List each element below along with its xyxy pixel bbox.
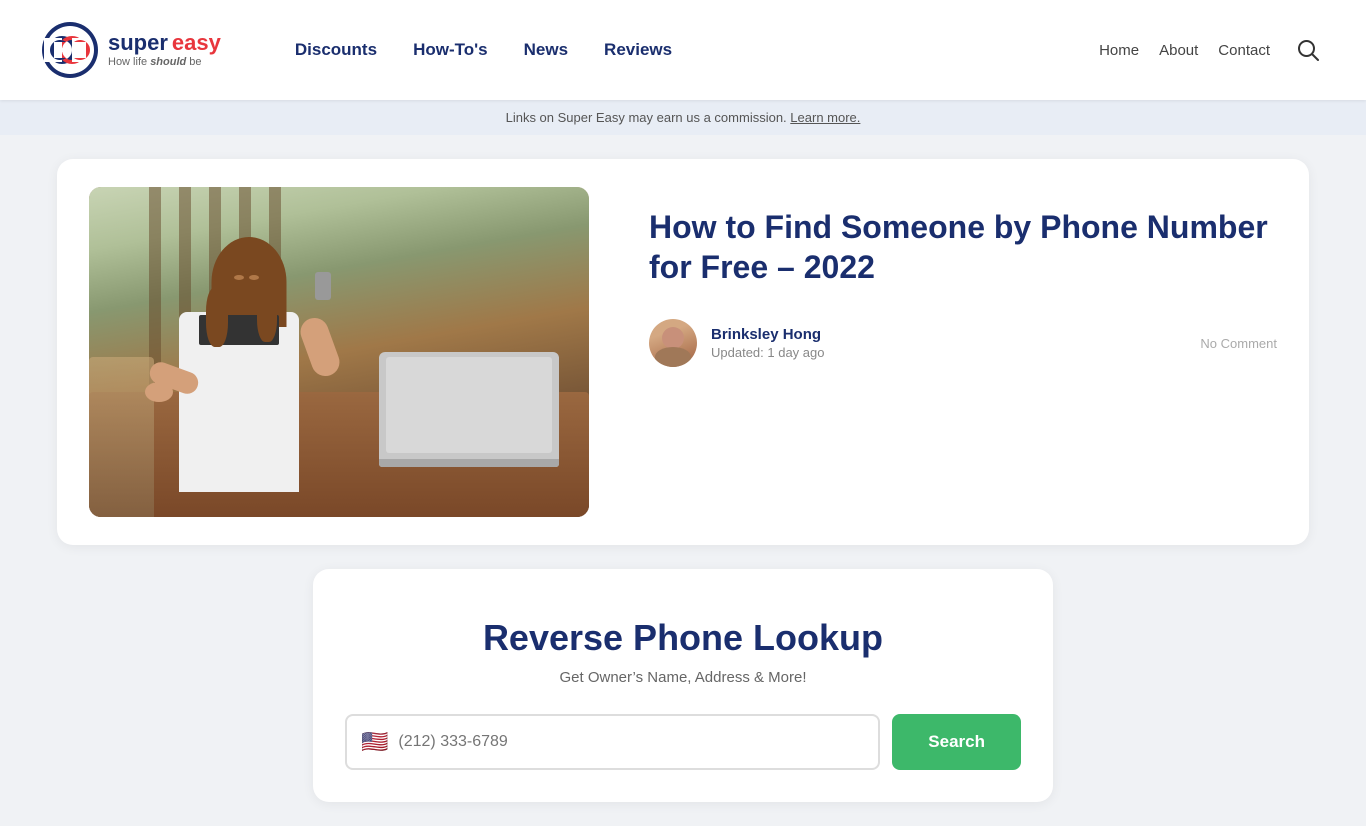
search-icon: [1297, 39, 1319, 61]
nav-reviews[interactable]: Reviews: [590, 30, 686, 70]
search-button[interactable]: [1290, 32, 1326, 68]
logo-super: super: [108, 32, 168, 54]
author-avatar: [649, 319, 697, 367]
author-name: Brinksley Hong: [711, 326, 824, 343]
main-content: How to Find Someone by Phone Number for …: [33, 159, 1333, 802]
right-nav: Home About Contact: [1099, 32, 1326, 68]
nav-contact[interactable]: Contact: [1218, 42, 1270, 59]
main-nav: Discounts How-To's News Reviews: [281, 30, 1099, 70]
author-date: Updated: 1 day ago: [711, 345, 824, 360]
author-info: Brinksley Hong Updated: 1 day ago: [711, 326, 824, 360]
logo-link[interactable]: super easy How life should be: [40, 20, 221, 80]
flag-icon: 🇺🇸: [361, 729, 388, 755]
widget-card: Reverse Phone Lookup Get Owner’s Name, A…: [313, 569, 1053, 802]
nav-about[interactable]: About: [1159, 42, 1198, 59]
nav-news[interactable]: News: [510, 30, 582, 70]
disclaimer-bar: Links on Super Easy may earn us a commis…: [0, 100, 1366, 135]
article-meta: How to Find Someone by Phone Number for …: [649, 187, 1277, 367]
article-title: How to Find Someone by Phone Number for …: [649, 207, 1277, 287]
disclaimer-text: Links on Super Easy may earn us a commis…: [506, 110, 787, 125]
logo-text: super easy How life should be: [108, 32, 221, 68]
nav-discounts[interactable]: Discounts: [281, 30, 391, 70]
logo-tagline: How life should be: [108, 56, 221, 68]
site-header: super easy How life should be Discounts …: [0, 0, 1366, 100]
author-row: Brinksley Hong Updated: 1 day ago No Com…: [649, 319, 1277, 367]
widget-search-row: 🇺🇸 Search: [345, 714, 1021, 770]
phone-input[interactable]: [398, 733, 864, 751]
logo-easy: easy: [172, 32, 221, 54]
nav-home[interactable]: Home: [1099, 42, 1139, 59]
widget-title: Reverse Phone Lookup: [345, 617, 1021, 659]
article-card: How to Find Someone by Phone Number for …: [57, 159, 1309, 545]
comment-count: No Comment: [1200, 336, 1277, 351]
phone-input-wrap: 🇺🇸: [345, 714, 880, 770]
disclaimer-link[interactable]: Learn more.: [790, 110, 860, 125]
logo-tagline-em: should: [150, 56, 186, 68]
article-image: [89, 187, 589, 517]
search-button[interactable]: Search: [892, 714, 1021, 770]
widget-subtitle: Get Owner’s Name, Address & More!: [345, 669, 1021, 686]
nav-howtos[interactable]: How-To's: [399, 30, 502, 70]
logo-icon: [40, 20, 100, 80]
